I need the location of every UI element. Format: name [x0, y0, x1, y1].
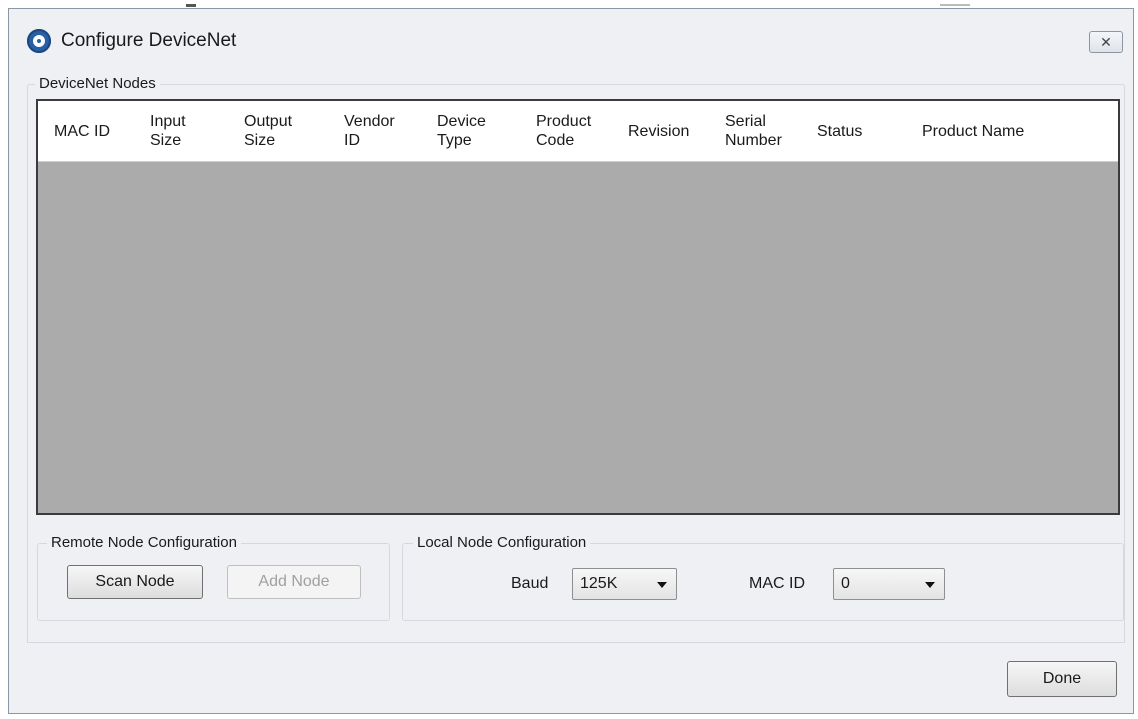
chevron-down-icon: [925, 582, 935, 588]
done-button[interactable]: Done: [1007, 661, 1117, 697]
column-header[interactable]: Status: [810, 101, 908, 161]
mac-id-label: MAC ID: [749, 575, 805, 592]
column-header[interactable]: Vendor ID: [333, 101, 424, 161]
divider: [27, 642, 1125, 643]
title-bar[interactable]: Configure DeviceNet ✕: [9, 9, 1133, 65]
background-artifact: [940, 4, 970, 6]
baud-value: 125K: [580, 575, 618, 592]
add-node-button[interactable]: Add Node: [227, 565, 361, 599]
column-header[interactable]: Product Name: [908, 101, 1118, 161]
devicenet-nodes-grid[interactable]: MAC ID Input Size Output Size Vendor ID …: [36, 99, 1120, 515]
mac-id-value: 0: [841, 575, 850, 592]
column-header[interactable]: Revision: [620, 101, 717, 161]
column-header[interactable]: Serial Number: [717, 101, 810, 161]
app-logo-icon: [27, 29, 51, 53]
column-header[interactable]: Input Size: [137, 101, 233, 161]
window-title: Configure DeviceNet: [61, 30, 237, 51]
baud-select[interactable]: 125K: [572, 568, 677, 600]
devicenet-nodes-label: DeviceNet Nodes: [35, 75, 160, 93]
mac-id-select[interactable]: 0: [833, 568, 945, 600]
remote-node-config-label: Remote Node Configuration: [47, 534, 241, 552]
column-header[interactable]: Device Type: [424, 101, 528, 161]
column-header[interactable]: MAC ID: [38, 101, 137, 161]
background-artifact: [186, 4, 196, 7]
column-header[interactable]: Output Size: [233, 101, 333, 161]
configure-devicenet-dialog: Configure DeviceNet ✕ DeviceNet Nodes MA…: [8, 8, 1134, 714]
column-header[interactable]: Product Code: [528, 101, 620, 161]
baud-label: Baud: [511, 575, 549, 592]
chevron-down-icon: [657, 582, 667, 588]
grid-header: MAC ID Input Size Output Size Vendor ID …: [38, 101, 1118, 162]
close-button[interactable]: ✕: [1089, 31, 1123, 53]
local-node-config-label: Local Node Configuration: [413, 534, 591, 552]
scan-node-button[interactable]: Scan Node: [67, 565, 203, 599]
